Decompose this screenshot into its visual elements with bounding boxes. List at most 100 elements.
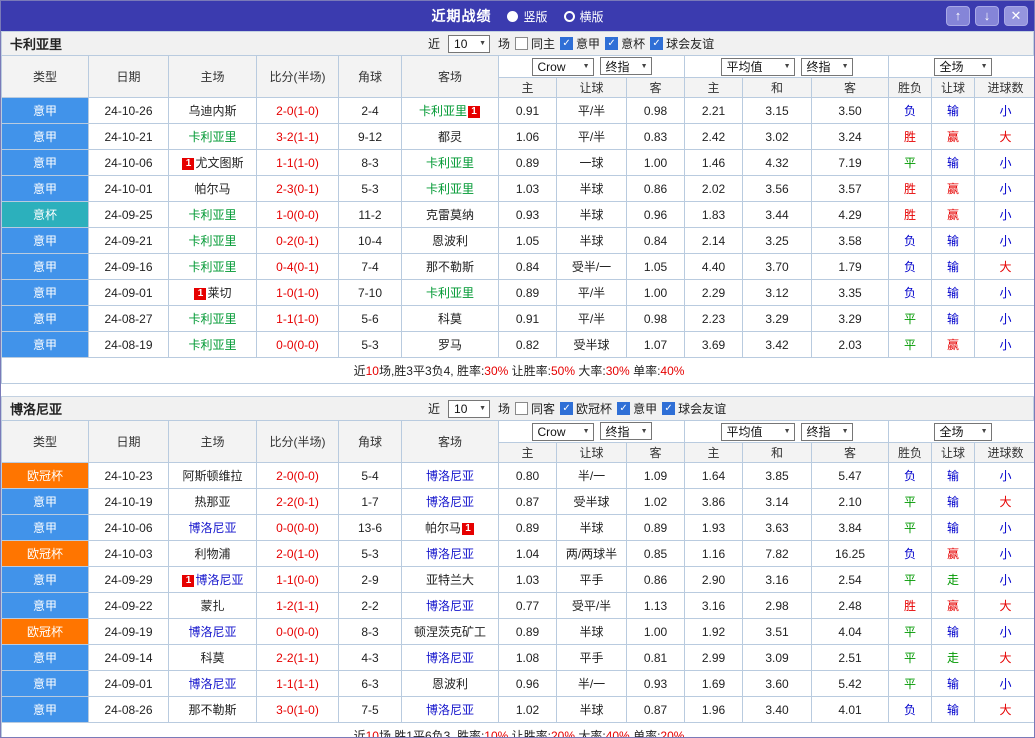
result-cell: 走 <box>931 644 975 671</box>
result-cell: 大 <box>973 644 1034 671</box>
result-cell: 小 <box>973 305 1034 332</box>
odds-cell: 5.42 <box>811 670 889 697</box>
odds-cell: 半球 <box>556 618 627 645</box>
filter-checkbox-2[interactable]: ✓ 意杯 <box>605 35 645 52</box>
match-row: 意甲 24-08-19 卡利亚里 0-0(0-0) 5-3 罗马 0.82 受半球 1.07 3.… <box>1 331 1034 358</box>
filter-checkbox-2[interactable]: ✓ 意甲 <box>617 400 657 417</box>
match-row: 意甲 24-08-26 那不勒斯 3-0(1-0) 7-5 博洛尼亚 1.02 半球 0.87 1… <box>1 696 1034 723</box>
filter-checkbox-3[interactable]: ✓ 球会友谊 <box>662 400 726 417</box>
recent-results-window: 近期战绩 竖版 横版 ↑ ↓ ✕ 卡利亚里近 10 ▼ 场同主 ✓ 意甲 ✓ 意杯 ✓ 球会友谊类… <box>0 0 1035 738</box>
odds-source-select[interactable]: 终指 ▼ <box>599 57 652 76</box>
result-cell: 输 <box>931 670 975 697</box>
odds-source-select[interactable]: 全场 ▼ <box>933 422 992 441</box>
score-cell: 0-0(0-0) <box>256 331 339 358</box>
odds-cell: 1.05 <box>498 227 557 254</box>
odds-cell: 0.85 <box>626 540 685 567</box>
subcolumn-header: 主 <box>684 442 743 463</box>
odds-source-select[interactable]: 终指 ▼ <box>800 422 853 441</box>
odds-source-select[interactable]: 平均值 ▼ <box>720 57 795 76</box>
odds-cell: 0.89 <box>498 279 557 306</box>
result-cell: 负 <box>888 97 932 124</box>
odds-cell: 半球 <box>556 201 627 228</box>
league-type-cell: 意甲 <box>1 670 89 697</box>
chevron-down-icon: ▼ <box>640 62 648 70</box>
odds-cell: 平/半 <box>556 97 627 124</box>
result-cell: 胜 <box>888 201 932 228</box>
filter-checkbox-0[interactable]: 同主 <box>515 35 555 52</box>
result-cell: 平 <box>888 488 932 515</box>
odds-cell: 4.04 <box>811 618 889 645</box>
odds-group-1: 平均值 ▼ 终指 ▼ <box>684 420 889 443</box>
away-team-cell: 科莫 <box>401 305 499 332</box>
result-cell: 平 <box>888 514 932 541</box>
team-label: 卡利亚里 <box>188 312 237 326</box>
odds-cell: 1.13 <box>626 592 685 619</box>
team-label: 博洛尼亚 <box>195 573 244 587</box>
select-value: 10 <box>454 401 468 416</box>
odds-cell: 0.98 <box>626 97 685 124</box>
away-team-cell: 卡利亚里 1 <box>401 97 499 124</box>
odds-source-select[interactable]: 平均值 ▼ <box>720 422 795 441</box>
odds-source-select[interactable]: Crow ▼ <box>531 422 594 441</box>
move-down-button[interactable]: ↓ <box>975 6 999 26</box>
corners-cell: 2-4 <box>338 97 402 124</box>
subcolumn-header: 胜负 <box>888 77 932 98</box>
match-row: 意甲 24-09-29 1 博洛尼亚 1-1(0-0) 2-9 亚特兰大 1.03 平手 0.86… <box>1 566 1034 593</box>
corners-cell: 7-4 <box>338 253 402 280</box>
result-cell: 输 <box>931 97 975 124</box>
date-cell: 24-08-19 <box>88 331 169 358</box>
date-cell: 24-10-01 <box>88 175 169 202</box>
odds-cell: 3.57 <box>811 175 889 202</box>
odds-cell: 1.00 <box>626 149 685 176</box>
team-label: 卡利亚里 <box>188 208 237 222</box>
odds-source-select[interactable]: 终指 ▼ <box>599 422 652 441</box>
corners-cell: 8-3 <box>338 149 402 176</box>
corners-cell: 9-12 <box>338 123 402 150</box>
match-count-select[interactable]: 10 ▼ <box>448 399 491 418</box>
window-title: 近期战绩 <box>431 8 492 24</box>
filter-checkbox-1[interactable]: ✓ 意甲 <box>560 35 600 52</box>
odds-source-select[interactable]: 终指 ▼ <box>800 57 853 76</box>
odds-cell: 1.46 <box>684 149 743 176</box>
chevron-down-icon: ▼ <box>783 63 791 70</box>
layout-radio-vertical[interactable]: 竖版 <box>507 8 548 25</box>
filter-checkbox-0[interactable]: 同客 <box>515 400 555 417</box>
corners-cell: 5-3 <box>338 175 402 202</box>
odds-source-select[interactable]: 全场 ▼ <box>933 57 992 76</box>
home-team-cell: 卡利亚里 <box>168 123 257 150</box>
odds-cell: 0.96 <box>498 670 557 697</box>
odds-source-select[interactable]: Crow ▼ <box>531 57 594 76</box>
result-cell: 平 <box>888 618 932 645</box>
date-cell: 24-09-01 <box>88 670 169 697</box>
filter-bar: 近 10 ▼ 场同客 ✓ 欧冠杯 ✓ 意甲 ✓ 球会友谊 <box>428 397 726 420</box>
home-team-cell: 1 博洛尼亚 <box>168 566 257 593</box>
subcolumn-header: 客 <box>626 442 685 463</box>
date-cell: 24-09-25 <box>88 201 169 228</box>
layout-radio-horizontal[interactable]: 横版 <box>563 8 604 25</box>
match-row: 意甲 24-10-06 博洛尼亚 0-0(0-0) 13-6 帕尔马 1 0.89 半球 0.89… <box>1 514 1034 541</box>
odds-cell: 0.82 <box>498 331 557 358</box>
result-cell: 输 <box>931 253 975 280</box>
checkbox-label: 欧冠杯 <box>576 402 613 416</box>
games-label: 场 <box>498 37 511 51</box>
red-card-badge: 1 <box>468 106 480 118</box>
red-card-badge: 1 <box>194 288 207 300</box>
score-cell: 3-2(1-1) <box>256 123 339 150</box>
filter-checkbox-1[interactable]: ✓ 欧冠杯 <box>560 400 612 417</box>
result-cell: 小 <box>973 201 1034 228</box>
match-count-select[interactable]: 10 ▼ <box>448 34 491 53</box>
home-team-cell: 热那亚 <box>168 488 257 515</box>
result-cell: 输 <box>931 149 975 176</box>
away-team-cell: 恩波利 <box>401 670 499 697</box>
odds-cell: 0.89 <box>498 149 557 176</box>
close-button[interactable]: ✕ <box>1004 6 1028 26</box>
radio-selected-icon <box>507 10 519 22</box>
chevron-down-icon: ▼ <box>582 428 590 436</box>
odds-cell: 1.07 <box>626 331 685 358</box>
team-label: 热那亚 <box>194 495 231 509</box>
move-up-button[interactable]: ↑ <box>946 6 970 26</box>
filter-checkbox-3[interactable]: ✓ 球会友谊 <box>650 35 714 52</box>
odds-cell: 7.82 <box>742 540 812 567</box>
chevron-down-icon: ▼ <box>479 405 487 412</box>
home-team-cell: 蒙扎 <box>168 592 257 619</box>
